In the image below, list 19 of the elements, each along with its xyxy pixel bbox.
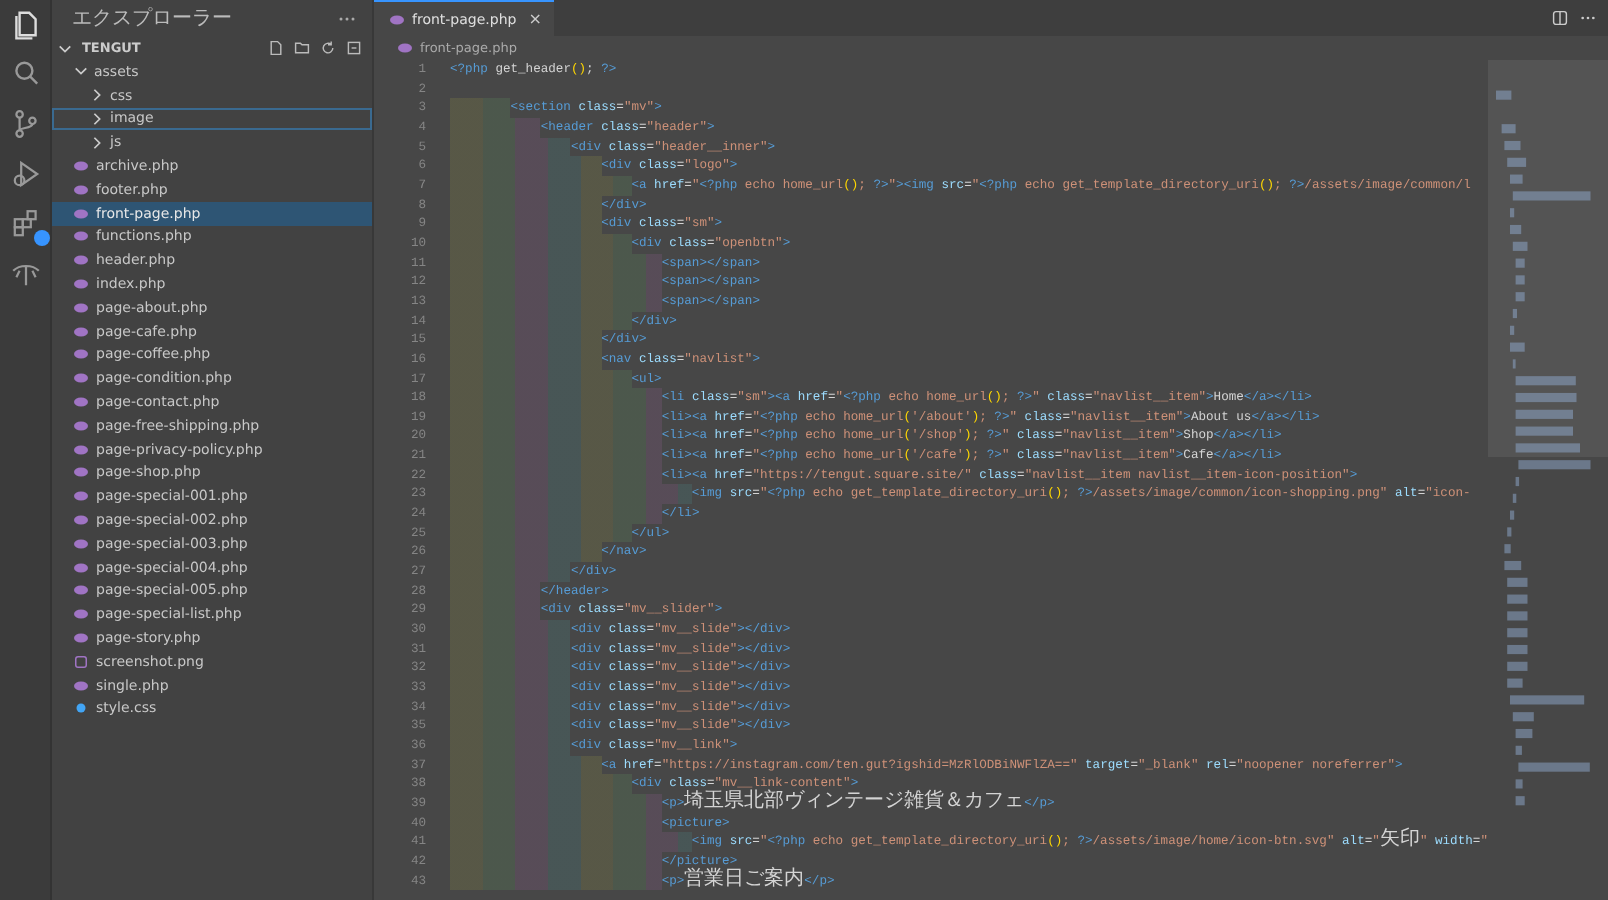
- search-icon[interactable]: [9, 58, 41, 90]
- source-control-icon[interactable]: [9, 108, 41, 140]
- php-file-icon: [390, 13, 404, 25]
- extensions-icon[interactable]: [9, 208, 41, 240]
- php-file-icon: [398, 42, 412, 54]
- run-debug-icon[interactable]: [9, 158, 41, 190]
- split-editor-icon[interactable]: [1552, 10, 1568, 26]
- php-file-icon: [74, 679, 88, 692]
- more-icon[interactable]: [338, 15, 356, 21]
- explorer-title: エクスプローラー: [72, 5, 232, 32]
- files-icon[interactable]: [9, 8, 41, 40]
- image-file-icon: [74, 655, 88, 668]
- new-file-icon[interactable]: [268, 40, 284, 56]
- new-folder-icon[interactable]: [294, 40, 310, 56]
- refresh-icon[interactable]: [320, 40, 336, 56]
- css-file-icon: [74, 702, 88, 715]
- close-button[interactable]: ×: [528, 10, 542, 28]
- collapse-all-icon[interactable]: [346, 40, 362, 56]
- notification-badge-icon: [33, 230, 49, 246]
